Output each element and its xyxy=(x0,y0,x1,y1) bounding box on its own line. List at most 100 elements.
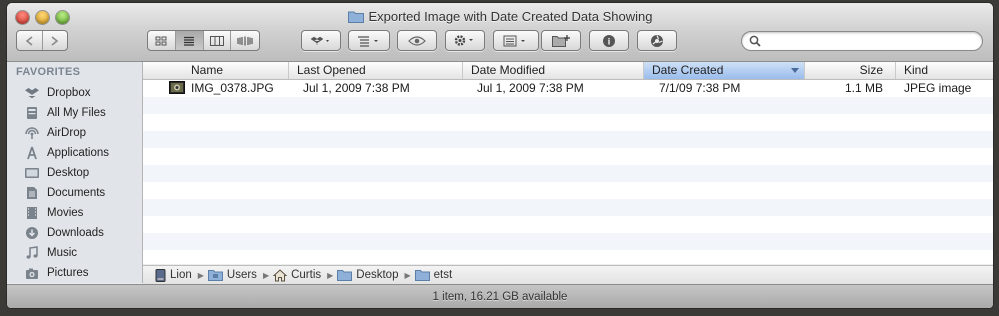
action-button[interactable] xyxy=(445,30,485,51)
sidebar-item-desktop[interactable]: Desktop xyxy=(23,164,89,182)
sidebar-item-label: Music xyxy=(47,247,78,259)
hard-drive-icon xyxy=(155,268,166,282)
eye-icon xyxy=(408,35,426,46)
arrange-button[interactable] xyxy=(348,30,390,51)
svg-text:i: i xyxy=(608,36,611,46)
music-icon xyxy=(23,245,41,261)
chevron-left-icon xyxy=(25,35,33,46)
window-title-text: Exported Image with Date Created Data Sh… xyxy=(368,9,653,24)
path-separator-icon: ▶ xyxy=(327,270,334,280)
path-separator-icon: ▶ xyxy=(197,270,204,280)
pictures-icon xyxy=(23,265,41,281)
empty-row xyxy=(143,97,993,114)
sidebar-item-applications[interactable]: Applications xyxy=(23,144,109,162)
all-files-icon xyxy=(23,105,41,121)
sidebar-item-label: All My Files xyxy=(47,107,106,119)
airdrop-icon xyxy=(23,125,41,141)
arrange-icon xyxy=(358,35,378,47)
finder-window: Exported Image with Date Created Data Sh… xyxy=(7,3,993,308)
file-date-created: 7/1/09 7:38 PM xyxy=(659,81,741,95)
column-header-kind[interactable]: Kind xyxy=(896,62,993,79)
applications-icon xyxy=(23,145,41,161)
path-item-etst[interactable]: etst xyxy=(414,269,453,281)
back-button[interactable] xyxy=(17,31,43,50)
column-header-date-modified[interactable]: Date Modified xyxy=(463,62,644,79)
path-item-users[interactable]: Users ▶ xyxy=(207,269,270,281)
burn-button[interactable] xyxy=(637,30,677,51)
file-rows: IMG_0378.JPG Jul 1, 2009 7:38 PM Jul 1, … xyxy=(143,80,993,267)
forward-button[interactable] xyxy=(43,31,68,50)
coverflow-view-button[interactable] xyxy=(231,31,259,50)
path-item-label: Users xyxy=(226,269,257,281)
sidebar-item-label: Downloads xyxy=(47,227,104,239)
sidebar-item-documents[interactable]: Documents xyxy=(23,184,105,202)
gear-icon xyxy=(454,35,473,46)
view-mode-control xyxy=(147,30,260,51)
list-view-button[interactable] xyxy=(175,31,204,50)
path-separator-icon: ▶ xyxy=(262,270,270,280)
columns-icon xyxy=(209,35,224,46)
burn-icon xyxy=(651,34,663,47)
folder-icon xyxy=(337,269,353,281)
new-folder-icon xyxy=(552,35,570,47)
column-header-size[interactable]: Size xyxy=(805,62,896,79)
empty-row xyxy=(143,216,993,233)
sidebar-item-movies[interactable]: Movies xyxy=(23,204,83,222)
sidebar-item-label: AirDrop xyxy=(47,127,86,139)
empty-row xyxy=(143,182,993,199)
search-field[interactable] xyxy=(741,31,983,51)
icon-view-button[interactable] xyxy=(148,31,176,50)
path-item-label: Desktop xyxy=(356,269,399,281)
column-header-name[interactable]: Name xyxy=(143,62,289,79)
path-item-lion[interactable]: Lion ▶ xyxy=(155,268,204,282)
sidebar-item-downloads[interactable]: Downloads xyxy=(23,224,104,242)
quick-look-button[interactable] xyxy=(397,30,437,51)
empty-row xyxy=(143,114,993,131)
file-last-opened: Jul 1, 2009 7:38 PM xyxy=(303,81,410,95)
file-kind: JPEG image xyxy=(904,81,972,95)
column-header-date-created[interactable]: Date Created xyxy=(644,62,805,79)
column-view-button[interactable] xyxy=(204,31,232,50)
path-item-label: Lion xyxy=(170,269,192,281)
path-item-label: etst xyxy=(433,269,453,281)
movies-icon xyxy=(23,205,41,221)
empty-row xyxy=(143,148,993,165)
folder-icon xyxy=(347,10,364,26)
chevron-right-icon xyxy=(51,35,59,46)
desktop-icon xyxy=(23,165,41,181)
empty-row xyxy=(143,165,993,182)
view-options-button[interactable] xyxy=(493,30,539,51)
sidebar-item-pictures[interactable]: Pictures xyxy=(23,264,89,282)
toolbar: Exported Image with Date Created Data Sh… xyxy=(7,3,993,62)
sidebar-item-dropbox[interactable]: Dropbox xyxy=(23,84,90,102)
list-icon xyxy=(184,36,195,46)
path-item-desktop[interactable]: Desktop ▶ xyxy=(337,269,411,281)
sidebar: FAVORITES Dropbox All My Files AirDrop A… xyxy=(7,62,143,283)
dropbox-icon xyxy=(310,36,329,45)
sidebar-item-label: Movies xyxy=(47,207,84,219)
window-title: Exported Image with Date Created Data Sh… xyxy=(7,9,993,26)
sidebar-item-music[interactable]: Music xyxy=(23,244,77,262)
get-info-button[interactable]: i xyxy=(589,30,629,51)
file-list: Name Last Opened Date Modified Date Crea… xyxy=(143,62,993,264)
dropbox-icon xyxy=(23,85,41,101)
folder-icon xyxy=(414,269,430,281)
column-header-last-opened[interactable]: Last Opened xyxy=(289,62,463,79)
home-icon xyxy=(273,268,288,282)
path-item-curtis[interactable]: Curtis ▶ xyxy=(273,268,334,282)
dropbox-menu-button[interactable] xyxy=(301,30,341,51)
path-item-label: Curtis xyxy=(291,269,322,281)
path-separator-icon: ▶ xyxy=(404,270,411,280)
nav-buttons xyxy=(16,30,68,51)
status-text: 1 item, 16.21 GB available xyxy=(432,291,568,303)
file-date-modified: Jul 1, 2009 7:38 PM xyxy=(477,81,584,95)
sidebar-item-airdrop[interactable]: AirDrop xyxy=(23,124,86,142)
table-row[interactable]: IMG_0378.JPG Jul 1, 2009 7:38 PM Jul 1, … xyxy=(143,80,993,97)
coverflow-icon xyxy=(237,36,253,45)
sidebar-item-label: Desktop xyxy=(47,167,90,179)
path-bar: Lion ▶ Users ▶ Curtis ▶ Desktop ▶ etst xyxy=(143,265,993,284)
new-folder-button[interactable] xyxy=(541,30,581,51)
file-size: 1.1 MB xyxy=(844,81,883,95)
sidebar-item-all-my-files[interactable]: All My Files xyxy=(23,104,106,122)
sidebar-item-label: Applications xyxy=(47,147,110,159)
